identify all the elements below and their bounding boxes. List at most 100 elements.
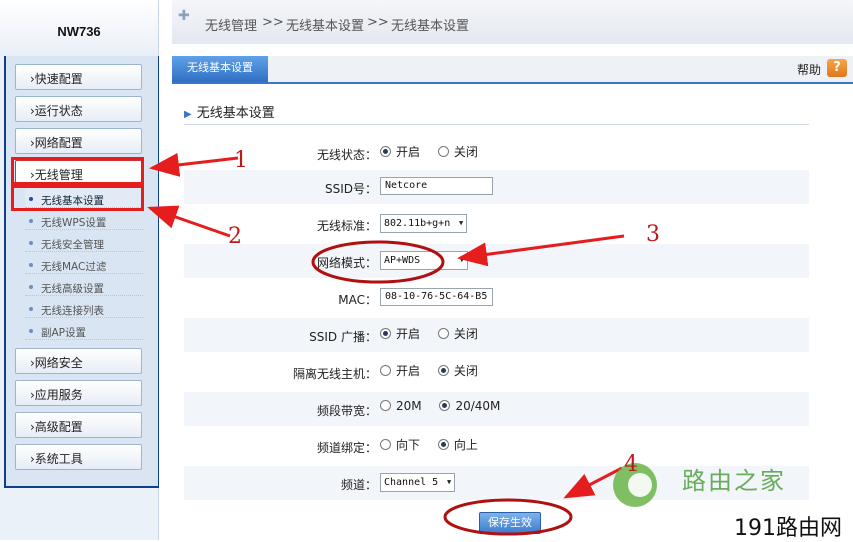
radio-unchecked-icon [437, 328, 449, 339]
net-mode-select[interactable]: AP+WDS [380, 251, 468, 270]
breadcrumb-item[interactable]: 无线基本设置 [286, 15, 364, 34]
radio-label: 20M [396, 399, 422, 413]
tab-bar: 无线基本设置 帮助 ? [172, 56, 853, 84]
radio-label: 开启 [396, 364, 421, 378]
sidebar: NW736 ›快速配置 ›运行状态 ›网络配置 ›无线管理 无线基本设置 无线W… [0, 0, 159, 540]
bullet-icon [29, 241, 33, 245]
radio-wireless-on[interactable]: 开启 [380, 143, 420, 160]
radio-unchecked-icon [437, 146, 449, 157]
menu-system-tools[interactable]: ›系统工具 [15, 444, 142, 470]
field-label: SSID号： [324, 182, 377, 196]
ssid-input[interactable]: Netcore [380, 177, 493, 195]
menu-label: ›网络安全 [30, 356, 83, 370]
radio-label: 关闭 [453, 327, 478, 341]
radio-label: 开启 [396, 145, 421, 159]
breadcrumb-item[interactable]: 无线管理 [205, 15, 257, 34]
sub-item-label: 无线安全管理 [41, 239, 104, 251]
breadcrumb-current: 无线基本设置 [391, 19, 470, 34]
radio-label: 开启 [396, 327, 421, 341]
menu-network-security[interactable]: ›网络安全 [15, 348, 142, 374]
radio-wireless-off[interactable]: 关闭 [437, 143, 478, 160]
channel-select[interactable]: Channel 5 [380, 473, 456, 492]
breadcrumb-sep: >> [367, 15, 389, 30]
annotation-number-2: 2 [228, 224, 242, 249]
sub-item-sub-ap[interactable]: 副AP设置 [25, 321, 143, 340]
radio-checked-icon [437, 365, 449, 376]
sub-item-wps[interactable]: 无线WPS设置 [25, 211, 143, 230]
menu-quick-config[interactable]: ›快速配置 [15, 64, 142, 90]
field-label: 无线标准： [316, 219, 377, 233]
radio-unchecked-icon [380, 400, 391, 411]
radio-bind-lower[interactable]: 向下 [380, 436, 420, 453]
row-ssid-broadcast: SSID 广播： 开启 关闭 [184, 318, 809, 352]
section-title-text: 无线基本设置 [196, 106, 275, 121]
sub-item-label: 无线MAC过滤 [41, 261, 107, 273]
annotation-number-1: 1 [234, 148, 248, 173]
menu-app-services[interactable]: ›应用服务 [15, 380, 142, 406]
radio-broadcast-on[interactable]: 开启 [380, 325, 420, 342]
row-mac: MAC： 08-10-76-5C-64-B5 [184, 281, 809, 315]
sub-item-advanced[interactable]: 无线高级设置 [25, 277, 143, 296]
menu-label: ›快速配置 [30, 72, 83, 86]
annotation-number-3: 3 [646, 222, 660, 247]
plus-icon: ✚ [178, 8, 190, 24]
field-label: 频段带宽： [316, 404, 377, 418]
field-label: 无线状态： [316, 148, 377, 162]
radio-bandwidth-20-40[interactable]: 20/40M [439, 399, 500, 413]
annotation-box-2 [11, 185, 144, 211]
row-ssid: SSID号： Netcore [184, 170, 809, 204]
field-label: 频道绑定： [316, 441, 377, 455]
field-label: MAC： [338, 293, 377, 307]
radio-checked-icon [380, 146, 391, 157]
field-label: SSID 广播： [309, 330, 377, 344]
help-link[interactable]: 帮助 [797, 61, 821, 78]
radio-unchecked-icon [380, 439, 391, 450]
standard-select[interactable]: 802.11b+g+n [380, 214, 468, 233]
radio-label: 关闭 [453, 145, 478, 159]
field-label: 频道： [340, 478, 377, 492]
menu-run-status[interactable]: ›运行状态 [15, 96, 142, 122]
radio-label: 向上 [453, 438, 478, 452]
radio-isolation-off[interactable]: 关闭 [437, 362, 478, 379]
row-bandwidth: 频段带宽： 20M 20/40M [184, 392, 809, 426]
sub-item-label: 无线高级设置 [41, 283, 104, 295]
sub-item-mac-filter[interactable]: 无线MAC过滤 [25, 255, 143, 274]
sub-item-security[interactable]: 无线安全管理 [25, 233, 143, 252]
sub-item-label: 副AP设置 [41, 327, 87, 339]
menu-advanced-config[interactable]: ›高级配置 [15, 412, 142, 438]
menu-label: ›应用服务 [30, 388, 83, 402]
menu-label: ›高级配置 [30, 420, 83, 434]
bullet-icon [29, 263, 33, 267]
breadcrumb: ✚ 无线管理 >> 无线基本设置 >> 无线基本设置 [172, 0, 853, 44]
menu-network-config[interactable]: ›网络配置 [15, 128, 142, 154]
breadcrumb-sep: >> [262, 15, 284, 30]
radio-isolation-on[interactable]: 开启 [380, 362, 420, 379]
watermark-brand: 路由之家 [682, 467, 786, 495]
annotation-number-4: 4 [624, 452, 638, 477]
bullet-icon [29, 329, 33, 333]
bullet-icon [29, 219, 33, 223]
save-button[interactable]: 保存生效 [479, 512, 541, 534]
sub-item-label: 无线WPS设置 [41, 217, 107, 229]
radio-bandwidth-20[interactable]: 20M [380, 399, 422, 413]
row-standard: 无线标准： 802.11b+g+n [184, 207, 809, 241]
radio-label: 20/40M [455, 399, 501, 413]
section-title: ▶ 无线基本设置 [184, 102, 275, 121]
radio-checked-icon [437, 439, 449, 450]
bullet-icon [29, 285, 33, 289]
row-isolation: 隔离无线主机： 开启 关闭 [184, 355, 809, 389]
radio-checked-icon [380, 328, 391, 339]
row-channel-bind: 频道绑定： 向下 向上 [184, 429, 809, 463]
radio-label: 向下 [396, 438, 421, 452]
sub-item-client-list[interactable]: 无线连接列表 [25, 299, 143, 318]
radio-broadcast-off[interactable]: 关闭 [437, 325, 478, 342]
tab-wireless-basic[interactable]: 无线基本设置 [172, 56, 268, 82]
watermark-site: 191路由网 [734, 516, 842, 541]
row-wireless-status: 无线状态： 开启 关闭 [184, 136, 809, 170]
field-label: 隔离无线主机： [292, 367, 377, 381]
help-icon[interactable]: ? [827, 59, 847, 77]
radio-unchecked-icon [380, 365, 391, 376]
mac-input[interactable]: 08-10-76-5C-64-B5 [380, 288, 493, 306]
sub-item-label: 无线连接列表 [41, 305, 104, 317]
radio-bind-upper[interactable]: 向上 [437, 436, 478, 453]
